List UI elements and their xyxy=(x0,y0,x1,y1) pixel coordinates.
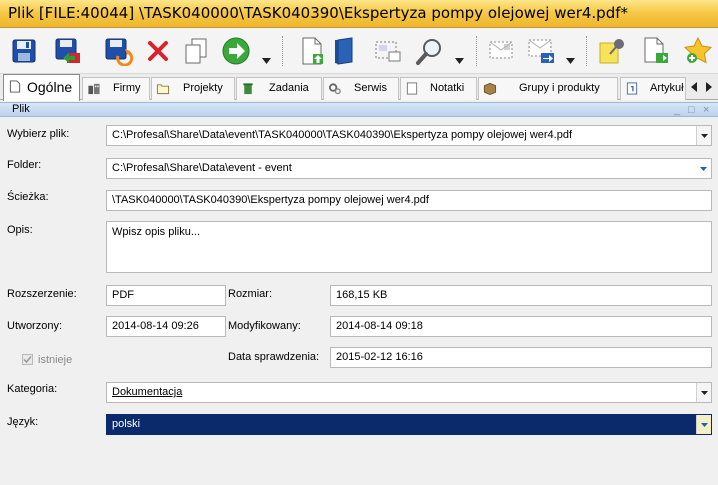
extension-value: PDF xyxy=(112,289,134,301)
created-value: 2014-08-14 09:26 xyxy=(112,320,199,332)
window-title: Plik [FILE:40044] \TASK040000\TASK040390… xyxy=(8,4,628,22)
tab-label: Serwis xyxy=(354,82,388,94)
path-field[interactable]: \TASK040000\TASK040390\Ekspertyza pompy … xyxy=(106,190,712,211)
chevron-down-icon[interactable] xyxy=(696,159,711,178)
choose-file-value: C:\Profesal\Share\Data\event\TASK040000\… xyxy=(112,129,573,141)
tab-scroll-right-icon[interactable] xyxy=(703,80,715,94)
choose-file-combo[interactable]: C:\Profesal\Share\Data\event\TASK040000\… xyxy=(106,125,712,146)
category-combo[interactable]: Dokumentacja xyxy=(106,382,712,403)
select-frame-icon[interactable] xyxy=(372,34,404,68)
tab-label: Ogólne xyxy=(27,79,73,95)
panel-title: Plik xyxy=(12,103,30,115)
star-add-icon[interactable] xyxy=(682,34,714,68)
tab-serwis[interactable]: Serwis xyxy=(323,77,399,100)
send-dropdown-icon[interactable] xyxy=(566,58,575,64)
document-upload-icon[interactable] xyxy=(296,34,328,68)
tab-label: Grupy i produkty xyxy=(519,82,600,94)
tab-label: Projekty xyxy=(183,82,223,94)
tab-firmy[interactable]: Firmy xyxy=(82,77,150,100)
tab-projekty[interactable]: Projekty xyxy=(151,77,235,100)
folder-combo[interactable]: C:\Profesal\Share\Data\event - event xyxy=(106,158,712,179)
checked-date-field: 2015-02-12 16:16 xyxy=(330,347,712,368)
tab-ogolne[interactable]: Ogólne xyxy=(3,74,80,101)
extension-field: PDF xyxy=(106,285,226,306)
folder-label: Folder: xyxy=(7,159,42,171)
language-label: Język: xyxy=(7,416,39,428)
size-field: 168,15 KB xyxy=(330,285,712,306)
book-icon[interactable] xyxy=(330,34,362,68)
save-icon[interactable] xyxy=(8,34,40,68)
toolbar-separator xyxy=(476,36,477,66)
language-value: polski xyxy=(112,418,141,430)
save-and-new-icon[interactable] xyxy=(102,34,134,68)
created-label: Utworzony: xyxy=(7,320,63,332)
description-label: Opis: xyxy=(7,224,33,236)
box-icon xyxy=(483,82,497,95)
search-zoom-icon[interactable] xyxy=(414,34,446,68)
tab-label: Notatki xyxy=(430,82,465,94)
checked-date-label: Data sprawdzenia: xyxy=(228,351,320,363)
search-dropdown-icon[interactable] xyxy=(455,58,464,64)
chevron-down-icon[interactable] xyxy=(696,126,711,145)
extension-label: Rozszerzenie: xyxy=(7,288,77,300)
delete-icon[interactable] xyxy=(142,34,174,68)
tab-label: Artykuł xyxy=(650,82,684,94)
exists-checkbox[interactable] xyxy=(22,354,33,365)
modified-field: 2014-08-14 09:18 xyxy=(330,316,712,337)
tab-label: Firmy xyxy=(113,82,141,94)
go-next-dropdown-icon[interactable] xyxy=(262,58,271,64)
tab-zadania[interactable]: Zadania xyxy=(236,77,322,100)
toolbar-separator xyxy=(282,36,283,66)
sticky-note-pin-icon[interactable] xyxy=(596,34,628,68)
article-icon xyxy=(626,82,638,95)
panel-maximize-button[interactable]: □ xyxy=(688,104,695,117)
document-icon xyxy=(9,80,21,93)
created-field: 2014-08-14 09:26 xyxy=(106,316,226,337)
folder-value: C:\Profesal\Share\Data\event - event xyxy=(112,162,292,174)
choose-file-label: Wybierz plik: xyxy=(7,128,70,140)
save-and-close-icon[interactable] xyxy=(52,34,84,68)
tab-grupy-i-produkty[interactable]: Grupy i produkty xyxy=(478,77,618,100)
buildings-icon xyxy=(88,83,100,95)
panel-header: Plik _ □ × xyxy=(0,102,718,117)
go-next-icon[interactable] xyxy=(220,34,252,68)
chevron-down-icon[interactable] xyxy=(696,383,711,402)
modified-value: 2014-08-14 09:18 xyxy=(336,320,423,332)
toolbar xyxy=(0,28,718,74)
exists-label: istnieje xyxy=(38,354,73,366)
send-envelope-icon[interactable] xyxy=(526,34,558,68)
tab-artykul[interactable]: Artykuł xyxy=(620,77,686,100)
size-label: Rozmiar: xyxy=(228,288,273,300)
document-envelope-icon[interactable] xyxy=(486,34,518,68)
tab-label: Zadania xyxy=(269,82,309,94)
panel-minimize-button[interactable]: _ xyxy=(674,104,680,117)
description-textarea[interactable]: Wpisz opis pliku... xyxy=(106,221,712,273)
tab-notatki[interactable]: Notatki xyxy=(400,77,477,100)
checked-date-value: 2015-02-12 16:16 xyxy=(336,351,423,363)
tab-scroll-left-icon[interactable] xyxy=(688,80,700,94)
window-title-bar: Plik [FILE:40044] \TASK040000\TASK040390… xyxy=(0,0,718,28)
toolbar-separator xyxy=(586,36,587,66)
description-placeholder: Wpisz opis pliku... xyxy=(112,226,201,238)
chevron-down-icon[interactable] xyxy=(696,415,711,434)
tab-bar: Ogólne Firmy Projekty Zadania Serwis Not… xyxy=(0,74,718,101)
copy-icon[interactable] xyxy=(180,34,212,68)
size-value: 168,15 KB xyxy=(336,289,388,301)
category-label: Kategoria: xyxy=(7,383,58,395)
folder-icon xyxy=(156,84,170,95)
note-icon xyxy=(406,82,418,95)
modified-label: Modyfikowany: xyxy=(228,320,301,332)
trash-tasks-icon xyxy=(243,83,253,95)
panel-close-button[interactable]: × xyxy=(703,104,709,117)
path-label: Ścieżka: xyxy=(7,191,49,203)
path-value: \TASK040000\TASK040390\Ekspertyza pompy … xyxy=(112,194,429,206)
language-combo[interactable]: polski xyxy=(106,414,712,435)
document-export-icon[interactable] xyxy=(640,34,672,68)
gears-icon xyxy=(328,83,341,95)
category-value[interactable]: Dokumentacja xyxy=(112,386,182,398)
